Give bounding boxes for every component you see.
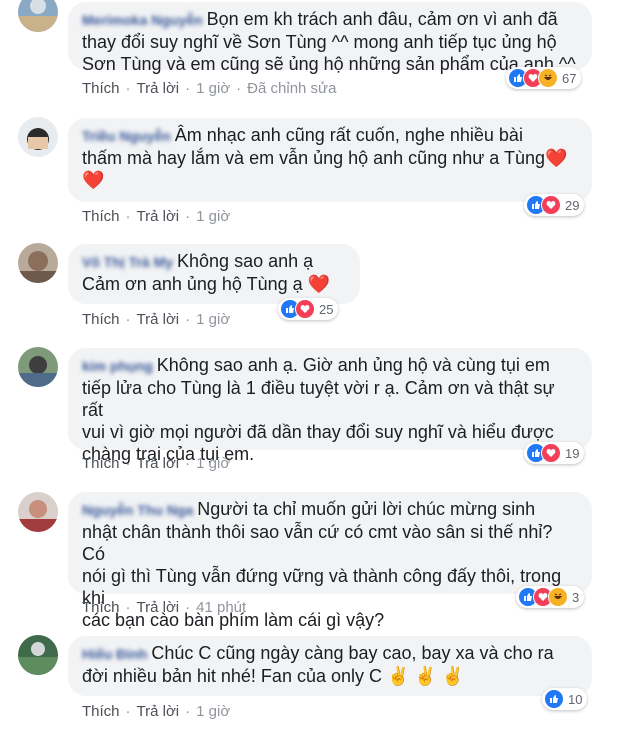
reply-button[interactable]: Trả lời xyxy=(137,599,180,616)
comment-line: đời nhiều bản hit nhé! Fan của only C ✌️… xyxy=(82,666,465,686)
reaction-summary[interactable]: 3 xyxy=(516,586,585,608)
comment-bubble: kim phụng Không sao anh ạ. Giờ anh ủng hộ… xyxy=(68,348,592,464)
reply-button[interactable]: Trả lời xyxy=(137,455,180,472)
comment-line: Không sao anh ạ xyxy=(177,251,314,271)
comment-actions: Thích · Trả lời · 41 phút xyxy=(82,599,247,616)
like-button[interactable]: Thích xyxy=(82,80,120,97)
reaction-summary[interactable]: 67 xyxy=(506,67,582,89)
author-name[interactable]: Merimoka Nguyễn xyxy=(82,12,203,28)
love-reaction-icon xyxy=(541,443,561,463)
reaction-summary[interactable]: 10 xyxy=(542,688,588,710)
avatar[interactable] xyxy=(18,0,58,32)
reply-button[interactable]: Trả lời xyxy=(137,208,180,225)
comment-line: Cảm ơn anh ủng hộ Tùng ạ ❤️ xyxy=(82,274,331,294)
comment-line: ❤️ xyxy=(82,170,105,190)
reaction-count: 19 xyxy=(565,445,580,461)
comment-actions: Thích · Trả lời · 1 giờ xyxy=(82,703,231,720)
avatar[interactable] xyxy=(18,117,58,157)
comment-line: vui vì giờ mọi người đã dần thay đổi suy… xyxy=(82,422,554,442)
author-name[interactable]: kim phụng xyxy=(82,358,153,374)
like-button[interactable]: Thích xyxy=(82,455,120,472)
comment-bubble: Nguyễn Thu Nga Người ta chỉ muốn gửi lời … xyxy=(68,492,592,630)
comment-bubble: Triều Nguyễn Âm nhạc anh cũng rất cuốn, n… xyxy=(68,118,592,202)
haha-reaction-icon xyxy=(548,587,568,607)
avatar[interactable] xyxy=(18,243,58,283)
author-name[interactable]: Hiếu Đinh xyxy=(82,646,147,662)
comment-line: Sơn Tùng và em cũng sẽ ủng hộ những sản … xyxy=(82,54,576,74)
like-reaction-icon xyxy=(544,689,564,709)
comment-line: Chúc C cũng ngày càng bay cao, bay xa và… xyxy=(151,643,554,663)
timestamp[interactable]: 1 giờ xyxy=(196,311,230,328)
reaction-count: 3 xyxy=(572,589,580,605)
comment-bubble: Merimoka Nguyễn Bọn em kh trách anh đâu, … xyxy=(68,2,592,74)
comment-line: Âm nhạc anh cũng rất cuốn, nghe nhiều bà… xyxy=(174,125,523,145)
reply-button[interactable]: Trả lời xyxy=(137,80,180,97)
comment-line: thấm mà hay lắm và em vẫn ủng hộ anh cũn… xyxy=(82,148,545,168)
reaction-count: 10 xyxy=(568,691,583,707)
comment-line: thay đổi suy nghĩ về Sơn Tùng ^^ mong an… xyxy=(82,32,557,52)
timestamp[interactable]: 1 giờ xyxy=(196,208,230,225)
author-name[interactable]: Võ Thị Trà My xyxy=(82,254,173,270)
reply-button[interactable]: Trả lời xyxy=(137,703,180,720)
like-button[interactable]: Thích xyxy=(82,703,120,720)
timestamp[interactable]: 1 giờ xyxy=(196,455,230,472)
avatar[interactable] xyxy=(18,492,58,532)
reaction-count: 67 xyxy=(562,70,577,86)
comment-actions: Thích · Trả lời · 1 giờ xyxy=(82,455,231,472)
comment-bubble: Hiếu Đinh Chúc C cũng ngày càng bay cao, … xyxy=(68,636,592,696)
avatar[interactable] xyxy=(18,347,58,387)
like-button[interactable]: Thích xyxy=(82,311,120,328)
comment-line: Người ta chỉ muốn gửi lời chúc mừng sinh xyxy=(197,499,536,519)
reaction-summary[interactable]: 29 xyxy=(524,194,585,216)
comment-line: nhật chân thành thôi sao vẫn cứ có cmt v… xyxy=(82,522,553,564)
comment-actions: Thích · Trả lời · 1 giờ xyxy=(82,208,231,225)
comment-actions: Thích · Trả lời · 1 giờ xyxy=(82,311,231,328)
comment-bubble: Võ Thị Trà My Không sao anh ạ Cảm ơn anh … xyxy=(68,244,360,304)
like-button[interactable]: Thích xyxy=(82,599,120,616)
comment-line: tiếp lửa cho Tùng là 1 điều tuyệt vời r … xyxy=(82,378,555,420)
timestamp[interactable]: 41 phút xyxy=(196,599,246,616)
comment-actions: Thích · Trả lời · 1 giờ · Đã chỉnh sửa xyxy=(82,80,337,97)
haha-reaction-icon xyxy=(538,68,558,88)
comment-line: Không sao anh ạ. Giờ anh ủng hộ và cùng … xyxy=(156,355,550,375)
reaction-count: 29 xyxy=(565,197,580,213)
love-reaction-icon xyxy=(295,299,315,319)
reaction-summary[interactable]: 19 xyxy=(524,442,585,464)
timestamp[interactable]: 1 giờ xyxy=(196,703,230,720)
reaction-summary[interactable]: 25 xyxy=(278,298,339,320)
reaction-count: 25 xyxy=(319,301,334,317)
timestamp[interactable]: 1 giờ xyxy=(196,80,230,97)
reply-button[interactable]: Trả lời xyxy=(137,311,180,328)
avatar[interactable] xyxy=(18,635,58,675)
comment-line: Bọn em kh trách anh đâu, cảm ơn vì anh đ… xyxy=(206,9,558,29)
edited-label[interactable]: Đã chỉnh sửa xyxy=(247,80,336,97)
author-name[interactable]: Nguyễn Thu Nga xyxy=(82,502,193,518)
like-button[interactable]: Thích xyxy=(82,208,120,225)
author-name[interactable]: Triều Nguyễn xyxy=(82,128,171,144)
love-reaction-icon xyxy=(541,195,561,215)
